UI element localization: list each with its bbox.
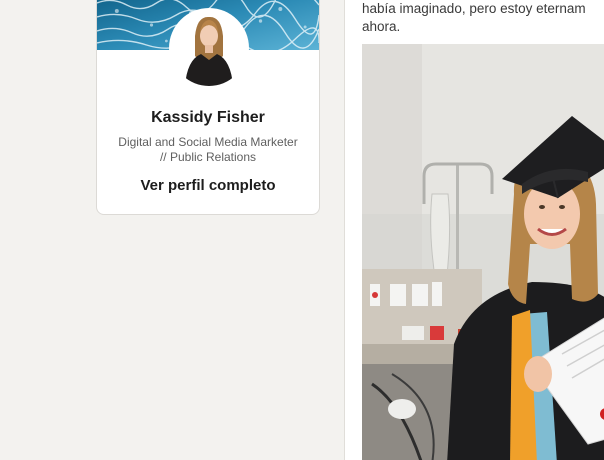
view-full-profile-link[interactable]: Ver perfil completo — [97, 177, 319, 194]
post-text: había imaginado, pero estoy eternam ahor… — [362, 0, 604, 36]
profile-photo-icon — [171, 10, 247, 86]
profile-avatar[interactable] — [171, 10, 247, 86]
profile-card: Kassidy Fisher Digital and Social Media … — [96, 0, 320, 215]
feed-post: había imaginado, pero estoy eternam ahor… — [344, 0, 604, 460]
profile-headline-line: // Public Relations — [159, 150, 257, 164]
post-text-line: ahora. — [362, 19, 401, 34]
profile-name[interactable]: Kassidy Fisher — [97, 109, 319, 127]
post-image[interactable] — [362, 44, 604, 460]
profile-headline: Digital and Social Media Marketer // Pub… — [105, 135, 311, 165]
profile-headline-line: Digital and Social Media Marketer — [118, 135, 298, 149]
post-text-line: había imaginado, pero estoy eternam — [362, 1, 586, 16]
